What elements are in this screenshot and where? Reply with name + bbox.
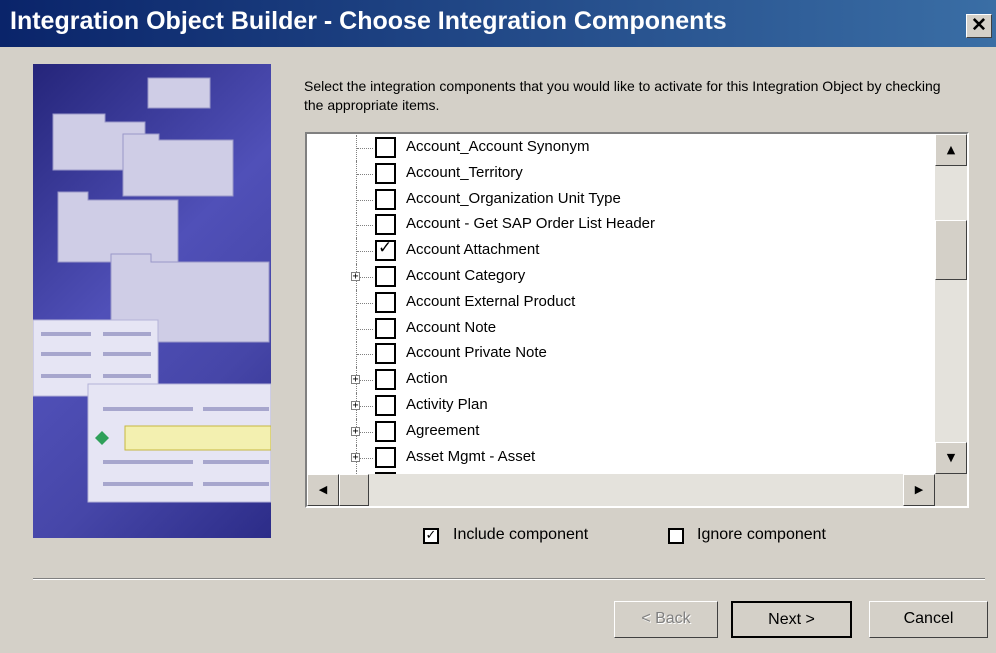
expand-icon[interactable]: +: [351, 401, 360, 411]
title-bar: Integration Object Builder - Choose Inte…: [0, 0, 996, 47]
scroll-down-button[interactable]: ▼: [935, 442, 967, 474]
component-label: Asset Mgmt - Asset: [406, 447, 536, 465]
component-checkbox[interactable]: ✓: [375, 238, 396, 262]
component-tree[interactable]: Account_Account Synonym Account_Territory…: [305, 132, 969, 508]
scroll-corner: [935, 474, 967, 506]
tree-row[interactable]: ✓ Account Attachment: [307, 238, 937, 265]
checkmark-icon: ✓: [378, 238, 393, 259]
scroll-right-button[interactable]: ▶: [903, 474, 935, 506]
tree-branch-line: [357, 225, 373, 227]
tree-row[interactable]: + Activity Plan: [307, 393, 937, 419]
tree-branch-line: [357, 302, 373, 304]
tree-row[interactable]: Account Note: [307, 315, 937, 342]
include-legend-label: Include component: [453, 526, 589, 543]
tree-branch-line: [357, 199, 373, 201]
component-checkbox[interactable]: [375, 162, 396, 184]
close-icon: ✕: [971, 15, 987, 36]
component-label: Account_Account Synonym: [406, 138, 590, 155]
component-label: Activity Plan: [406, 396, 488, 413]
expand-icon[interactable]: +: [351, 426, 360, 436]
component-label: Account Category: [406, 267, 526, 284]
component-label: Account External Product: [406, 292, 576, 310]
window-title: Integration Object Builder - Choose Inte…: [10, 7, 727, 35]
expand-icon[interactable]: +: [351, 375, 360, 385]
tree-branch-line: [357, 328, 373, 330]
tree-row[interactable]: + Account Category: [307, 264, 937, 290]
component-checkbox[interactable]: [375, 420, 396, 442]
component-label: Account Attachment: [406, 241, 540, 259]
tree-row[interactable]: Account_Account Synonym: [307, 135, 937, 161]
component-checkbox[interactable]: [375, 137, 396, 158]
vertical-scrollbar[interactable]: ▲ ▼: [935, 134, 967, 474]
triangle-down-icon: ▼: [946, 451, 956, 464]
expand-icon[interactable]: +: [351, 272, 360, 282]
include-legend-checkbox: ✓: [423, 528, 439, 544]
component-label: Account_Organization Unit Type: [406, 189, 621, 207]
component-label: Agreement: [406, 421, 480, 439]
vertical-scroll-thumb[interactable]: [935, 220, 967, 280]
tree-row[interactable]: Account Private Note: [307, 341, 937, 368]
component-label: Account_Territory: [406, 163, 523, 181]
component-label: Account Private Note: [406, 344, 547, 362]
close-button[interactable]: ✕: [966, 14, 992, 38]
horizontal-scroll-thumb[interactable]: [339, 474, 369, 506]
tree-row[interactable]: Account External Product: [307, 289, 937, 316]
component-label: Account - Get SAP Order List Header: [406, 215, 656, 233]
component-label: Account Note: [406, 318, 497, 336]
component-label: Action: [406, 370, 448, 388]
next-button[interactable]: Next >: [731, 601, 852, 638]
horizontal-scrollbar[interactable]: ◀ ▶: [307, 474, 935, 506]
cancel-button[interactable]: Cancel: [869, 601, 988, 638]
tree-row[interactable]: Account_Organization Unit Type: [307, 186, 937, 213]
wizard-illustration: [33, 64, 271, 538]
component-checkbox[interactable]: [375, 369, 396, 391]
instruction-text: Select the integration components that y…: [304, 78, 941, 113]
triangle-left-icon: ◀: [318, 483, 328, 496]
separator: [33, 578, 985, 580]
tree-branch-line: [357, 251, 373, 253]
tree-row[interactable]: Account_Territory: [307, 160, 937, 187]
component-checkbox[interactable]: [375, 214, 396, 236]
triangle-up-icon: ▲: [946, 143, 956, 156]
ignore-legend-checkbox: [668, 528, 684, 544]
back-button[interactable]: < Back: [614, 601, 718, 638]
scroll-up-button[interactable]: ▲: [935, 134, 967, 166]
component-checkbox[interactable]: [375, 395, 396, 416]
tree-row[interactable]: Account - Get SAP Order List Header: [307, 212, 937, 239]
folders-illustration: [33, 77, 271, 503]
component-checkbox[interactable]: [375, 266, 396, 287]
component-checkbox[interactable]: [375, 446, 396, 468]
expand-icon[interactable]: +: [351, 452, 360, 462]
component-checkbox[interactable]: [375, 343, 396, 365]
tree-branch-line: [357, 148, 373, 149]
ignore-legend-label: Ignore component: [697, 526, 826, 543]
tree-row[interactable]: + Asset Mgmt - Asset: [307, 444, 937, 471]
component-checkbox[interactable]: [375, 317, 396, 339]
tree-row[interactable]: + Agreement: [307, 418, 937, 445]
scroll-left-button[interactable]: ◀: [307, 474, 339, 506]
tree-branch-line: [357, 354, 373, 356]
tree-row[interactable]: + Action: [307, 367, 937, 394]
triangle-right-icon: ▶: [914, 483, 924, 496]
component-checkbox[interactable]: [375, 188, 396, 210]
tree-branch-line: [357, 173, 373, 175]
component-checkbox[interactable]: [375, 291, 396, 313]
